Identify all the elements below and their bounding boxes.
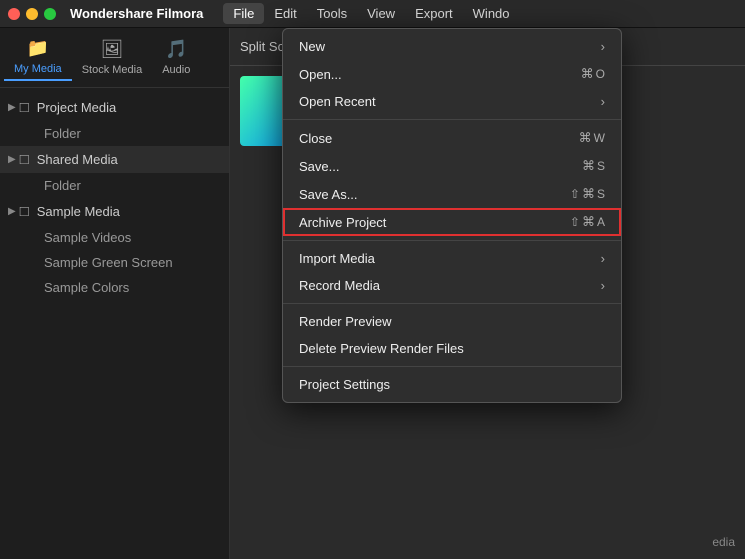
maximize-button[interactable] [44,8,56,20]
tree-project-media-folder-label: Folder [44,126,81,141]
folder-icon-project-media: □ [20,99,29,116]
file-menu[interactable]: New › Open... ⌘O Open Recent › Close ⌘W … [282,28,622,403]
menu-tools[interactable]: Tools [307,3,357,24]
stock-media-icon: 🖼 [101,39,124,60]
menu-item-record-media[interactable]: Record Media › [283,272,621,299]
traffic-lights [8,8,56,20]
menu-item-open-shortcut: ⌘O [581,66,605,82]
menu-item-open-recent-label: Open Recent [299,94,376,109]
arrow-project-media: ▶ [8,102,16,113]
menu-item-save-shortcut: ⌘S [582,158,605,174]
menu-window[interactable]: Windo [463,3,520,24]
menu-item-save-as[interactable]: Save As... ⇧⌘S [283,180,621,208]
menu-item-render-preview[interactable]: Render Preview [283,308,621,335]
tree-project-media-folder[interactable]: Folder [0,121,229,146]
sep-4 [283,366,621,367]
menu-item-save-as-label: Save As... [299,187,358,202]
arrow-shared-media: ▶ [8,154,16,165]
tab-my-media-label: My Media [14,63,62,75]
tab-audio[interactable]: 🎵 Audio [152,35,200,80]
menu-item-project-settings[interactable]: Project Settings [283,371,621,398]
menu-items: File Edit Tools View Export Windo [223,3,519,24]
menu-item-import-media[interactable]: Import Media › [283,245,621,272]
menu-item-delete-preview[interactable]: Delete Preview Render Files [283,335,621,362]
menu-item-new-label: New [299,39,325,54]
menu-item-close-shortcut: ⌘W [579,130,605,146]
sidebar-tree: ▶ □ Project Media Folder ▶ □ Shared Medi… [0,88,229,559]
menu-item-record-media-arrow: › [601,278,605,293]
menu-item-save[interactable]: Save... ⌘S [283,152,621,180]
folder-icon-sample-media: □ [20,203,29,220]
menu-item-close-label: Close [299,131,332,146]
tab-my-media[interactable]: 📁 My Media [4,34,72,81]
tree-sample-media-label: Sample Media [37,204,120,219]
menu-item-open-recent[interactable]: Open Recent › [283,88,621,115]
minimize-button[interactable] [26,8,38,20]
arrow-sample-media: ▶ [8,206,16,217]
tree-sample-videos[interactable]: Sample Videos [0,225,229,250]
tree-sample-colors-label: Sample Colors [44,280,129,295]
tab-stock-media[interactable]: 🖼 Stock Media [72,35,153,80]
menu-item-open[interactable]: Open... ⌘O [283,60,621,88]
menu-item-import-media-arrow: › [601,251,605,266]
menu-item-archive[interactable]: Archive Project ⇧⌘A [283,208,621,236]
sidebar-tabs: 📁 My Media 🖼 Stock Media 🎵 Audio [0,28,229,88]
tree-sample-green-screen[interactable]: Sample Green Screen [0,250,229,275]
sep-2 [283,240,621,241]
tree-shared-media-folder[interactable]: Folder [0,173,229,198]
sidebar: 📁 My Media 🖼 Stock Media 🎵 Audio ▶ □ Pro… [0,28,230,559]
tree-sample-colors[interactable]: Sample Colors [0,275,229,300]
my-media-icon: 📁 [27,38,49,59]
menu-item-save-as-shortcut: ⇧⌘S [570,186,605,202]
sep-1 [283,119,621,120]
sep-3 [283,303,621,304]
tree-shared-media-folder-label: Folder [44,178,81,193]
folder-icon-shared-media: □ [20,151,29,168]
menu-export[interactable]: Export [405,3,463,24]
menu-file[interactable]: File [223,3,264,24]
menu-item-archive-label: Archive Project [299,215,386,230]
menu-item-render-preview-label: Render Preview [299,314,392,329]
tree-sample-videos-label: Sample Videos [44,230,131,245]
menu-item-close[interactable]: Close ⌘W [283,124,621,152]
tab-stock-media-label: Stock Media [82,64,143,76]
menu-item-project-settings-label: Project Settings [299,377,390,392]
tab-audio-label: Audio [162,64,190,76]
tree-project-media-label: Project Media [37,100,116,115]
menu-edit[interactable]: Edit [264,3,306,24]
media-label: edia [712,535,735,549]
tree-sample-media[interactable]: ▶ □ Sample Media [0,198,229,225]
tree-shared-media-label: Shared Media [37,152,118,167]
menu-item-record-media-label: Record Media [299,278,380,293]
menu-view[interactable]: View [357,3,405,24]
app-title: Wondershare Filmora [70,6,203,21]
menu-item-save-label: Save... [299,159,339,174]
menu-item-delete-preview-label: Delete Preview Render Files [299,341,464,356]
menu-item-import-media-label: Import Media [299,251,375,266]
menu-item-new-arrow: › [601,39,605,54]
menu-item-archive-shortcut: ⇧⌘A [570,214,605,230]
menu-item-new[interactable]: New › [283,33,621,60]
menu-item-open-recent-arrow: › [601,94,605,109]
audio-icon: 🎵 [165,39,187,60]
menubar: Wondershare Filmora File Edit Tools View… [0,0,745,28]
tree-sample-green-screen-label: Sample Green Screen [44,255,173,270]
menu-item-open-label: Open... [299,67,342,82]
close-button[interactable] [8,8,20,20]
tree-project-media[interactable]: ▶ □ Project Media [0,94,229,121]
tree-shared-media[interactable]: ▶ □ Shared Media [0,146,229,173]
